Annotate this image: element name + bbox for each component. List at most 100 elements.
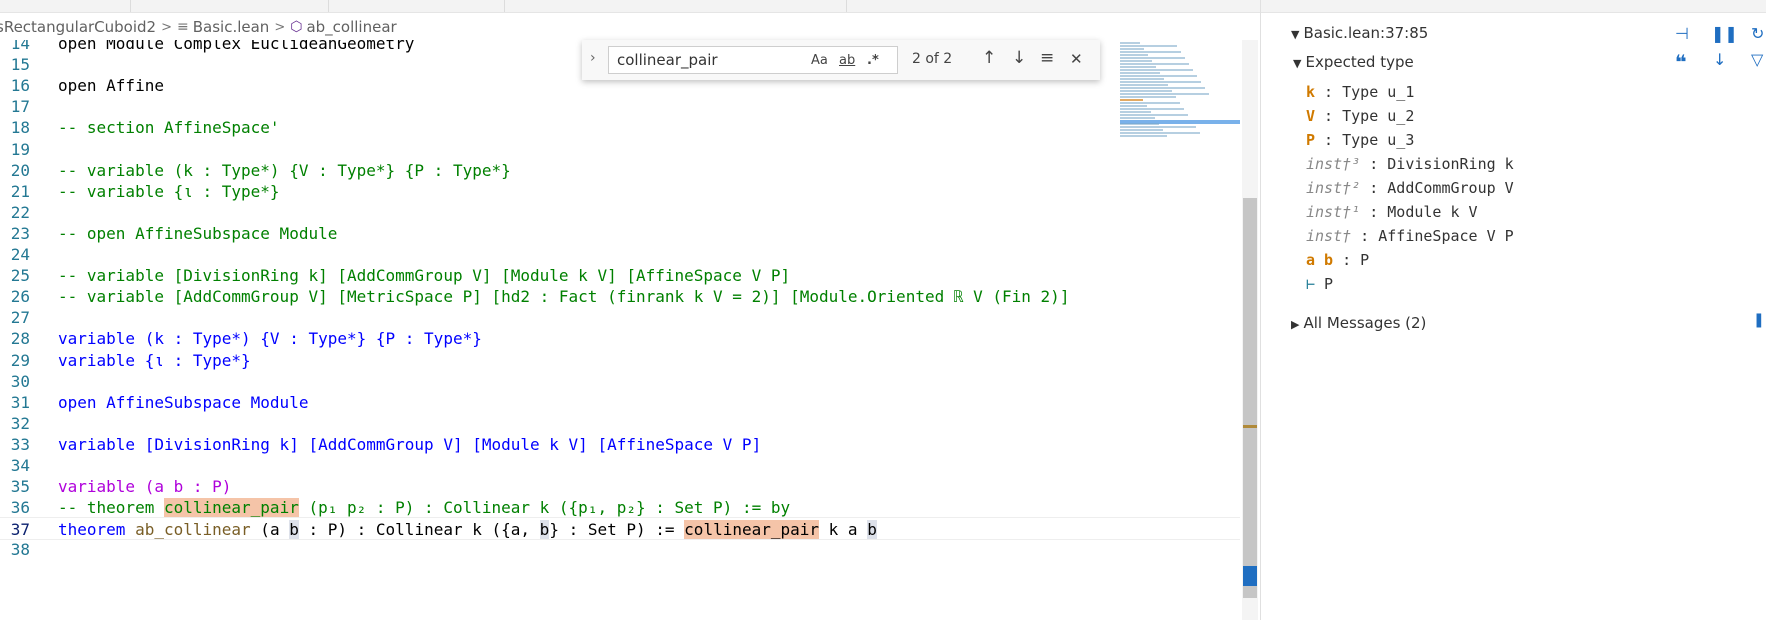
- goal-location-header[interactable]: ▼ Basic.lean:37:85: [1291, 24, 1428, 42]
- minimap-line: [1120, 93, 1209, 95]
- hypothesis[interactable]: V : Type u_2: [1306, 104, 1514, 128]
- code-line[interactable]: 33 variable [DivisionRing k] [AddCommGrou…: [0, 433, 1240, 456]
- minimap-line: [1120, 129, 1163, 131]
- minimap-line: [1120, 84, 1168, 86]
- breadcrumb-folder[interactable]: sRectangularCuboid2: [0, 18, 156, 36]
- code-token: : P) : Collinear k ({a,: [298, 520, 540, 540]
- scrollbar-thumb[interactable]: [1243, 198, 1257, 598]
- all-messages-header[interactable]: ▶ All Messages (2): [1291, 314, 1426, 332]
- code-line[interactable]: 18 -- section AffineSpace': [0, 116, 1240, 139]
- code-line[interactable]: 20 -- variable (k : Type*) {V : Type*} {P…: [0, 159, 1240, 182]
- match-case-icon[interactable]: Aa: [811, 53, 828, 68]
- previous-match-icon[interactable]: ↑: [982, 48, 996, 68]
- pin-icon[interactable]: ⊣: [1675, 24, 1689, 43]
- line-number: 25: [10, 266, 30, 286]
- pause-icon[interactable]: ❚❚: [1711, 24, 1738, 43]
- code-line[interactable]: 25 -- variable [DivisionRing k] [AddCommG…: [0, 264, 1240, 287]
- next-match-icon[interactable]: ↓: [1012, 48, 1026, 68]
- highlighted-occurrence: b: [289, 520, 299, 540]
- code-text: -- variable [DivisionRing k] [AddCommGro…: [58, 264, 790, 287]
- code-text: -- variable (k : Type*) {V : Type*} {P :…: [58, 159, 511, 182]
- goal-hypotheses: k : Type u_1 V : Type u_2 P : Type u_3 inst…: [1306, 80, 1514, 296]
- code-line[interactable]: 24: [0, 243, 1240, 266]
- comment-text: -- theorem: [58, 498, 164, 518]
- hypothesis[interactable]: a b : P: [1306, 248, 1514, 272]
- code-text: -- section AffineSpace': [58, 116, 280, 139]
- goal-target[interactable]: ⊢ P: [1306, 272, 1514, 296]
- hypothesis[interactable]: inst†³ : DivisionRing k: [1306, 152, 1514, 176]
- code-editor[interactable]: 14 open Module Complex EuclideanGeometry 1…: [0, 40, 1245, 620]
- code-token: open Affine: [58, 76, 164, 96]
- code-line[interactable]: 28 variable (k : Type*) {V : Type*} {P : …: [0, 327, 1240, 350]
- code-line[interactable]: 37 theorem ab_collinear (a b : P) : Colli…: [0, 517, 1240, 541]
- tab-divider: [328, 0, 329, 12]
- line-number: 38: [10, 540, 30, 560]
- expected-type-label: Expected type: [1305, 53, 1414, 71]
- code-token: } : Set P) :=: [549, 520, 685, 540]
- find-input[interactable]: collinear_pair Aa ab .*: [608, 46, 898, 74]
- tab-divider: [130, 0, 131, 12]
- code-line[interactable]: 21 -- variable {ι : Type*}: [0, 180, 1240, 203]
- minimap-line: [1120, 45, 1177, 47]
- regex-icon[interactable]: .*: [867, 53, 879, 68]
- file-lines-icon: ≡: [177, 19, 189, 35]
- close-icon[interactable]: ✕: [1070, 50, 1083, 68]
- code-line[interactable]: 27: [0, 306, 1240, 329]
- arrow-down-icon[interactable]: ↓: [1713, 50, 1726, 69]
- code-line[interactable]: 32: [0, 412, 1240, 435]
- code-text: variable {ι : Type*}: [58, 349, 251, 372]
- quote-icon[interactable]: ❝: [1675, 50, 1687, 74]
- whole-word-icon[interactable]: ab: [839, 53, 855, 68]
- line-number: 17: [10, 97, 30, 117]
- editor-scrollbar[interactable]: [1242, 40, 1258, 620]
- code-line[interactable]: 19: [0, 138, 1240, 161]
- toggle-replace-icon[interactable]: ›: [590, 50, 596, 66]
- hypothesis-type: : DivisionRing k: [1360, 155, 1514, 173]
- refresh-icon[interactable]: ↻: [1751, 24, 1764, 43]
- hypothesis[interactable]: inst†¹ : Module k V: [1306, 200, 1514, 224]
- breadcrumb-symbol[interactable]: ab_collinear: [306, 18, 396, 36]
- code-token: open Module Complex EuclideanGeometry: [58, 40, 415, 53]
- line-number: 26: [10, 287, 30, 307]
- panel-tab-strip: [1261, 0, 1766, 13]
- hypothesis-name: a b: [1306, 251, 1334, 269]
- minimap-line: [1120, 69, 1193, 71]
- code-line[interactable]: 36 -- theorem collinear_pair (p₁ p₂ : P) …: [0, 496, 1240, 519]
- filter-icon[interactable]: ▽: [1751, 50, 1763, 69]
- code-token: [DivisionRing k] [AddCommGroup V] [Modul…: [135, 434, 762, 454]
- keyword: open AffineSubspace Module: [58, 392, 309, 412]
- code-line[interactable]: 17: [0, 95, 1240, 118]
- line-number: 31: [10, 392, 30, 412]
- breadcrumb-file[interactable]: Basic.lean: [193, 18, 270, 36]
- minimap-line: [1120, 123, 1159, 125]
- hypothesis[interactable]: inst† : AffineSpace V P: [1306, 224, 1514, 248]
- code-line[interactable]: 35 variable (a b : P): [0, 475, 1240, 498]
- chevron-right-icon: >: [161, 19, 172, 35]
- code-text: -- open AffineSubspace Module: [58, 222, 337, 245]
- tab-strip: [0, 0, 1260, 13]
- code-token: k a: [819, 520, 868, 540]
- turnstile-icon: ⊢: [1306, 275, 1316, 293]
- expected-type-header[interactable]: ▼ Expected type: [1293, 53, 1414, 71]
- minimap-line: [1120, 132, 1200, 134]
- code-token: (k : Type*) {V : Type*} {P : Type*}: [135, 329, 482, 349]
- code-line[interactable]: 26 -- variable [AddCommGroup V] [MetricSp…: [0, 285, 1240, 308]
- code-line[interactable]: 31 open AffineSubspace Module: [0, 391, 1240, 414]
- code-line[interactable]: 38: [0, 538, 1240, 561]
- hypothesis[interactable]: k : Type u_1: [1306, 80, 1514, 104]
- code-line[interactable]: 22: [0, 201, 1240, 224]
- minimap[interactable]: [1120, 40, 1240, 140]
- hypothesis-name: inst†¹: [1306, 203, 1361, 221]
- code-line[interactable]: 30: [0, 370, 1240, 393]
- hypothesis-name: P: [1306, 131, 1316, 149]
- code-text: -- variable [AddCommGroup V] [MetricSpac…: [58, 285, 1069, 308]
- hypothesis[interactable]: P : Type u_3: [1306, 128, 1514, 152]
- code-line[interactable]: 29 variable {ι : Type*}: [0, 349, 1240, 372]
- find-in-selection-icon[interactable]: ≡: [1040, 48, 1054, 68]
- pause-icon[interactable]: ❚❚: [1753, 312, 1766, 328]
- code-line[interactable]: 23 -- open AffineSubspace Module: [0, 222, 1240, 245]
- minimap-line: [1120, 111, 1151, 113]
- hypothesis[interactable]: inst†² : AddCommGroup V: [1306, 176, 1514, 200]
- code-line[interactable]: 34: [0, 454, 1240, 477]
- hypothesis-type: : AddCommGroup V: [1360, 179, 1514, 197]
